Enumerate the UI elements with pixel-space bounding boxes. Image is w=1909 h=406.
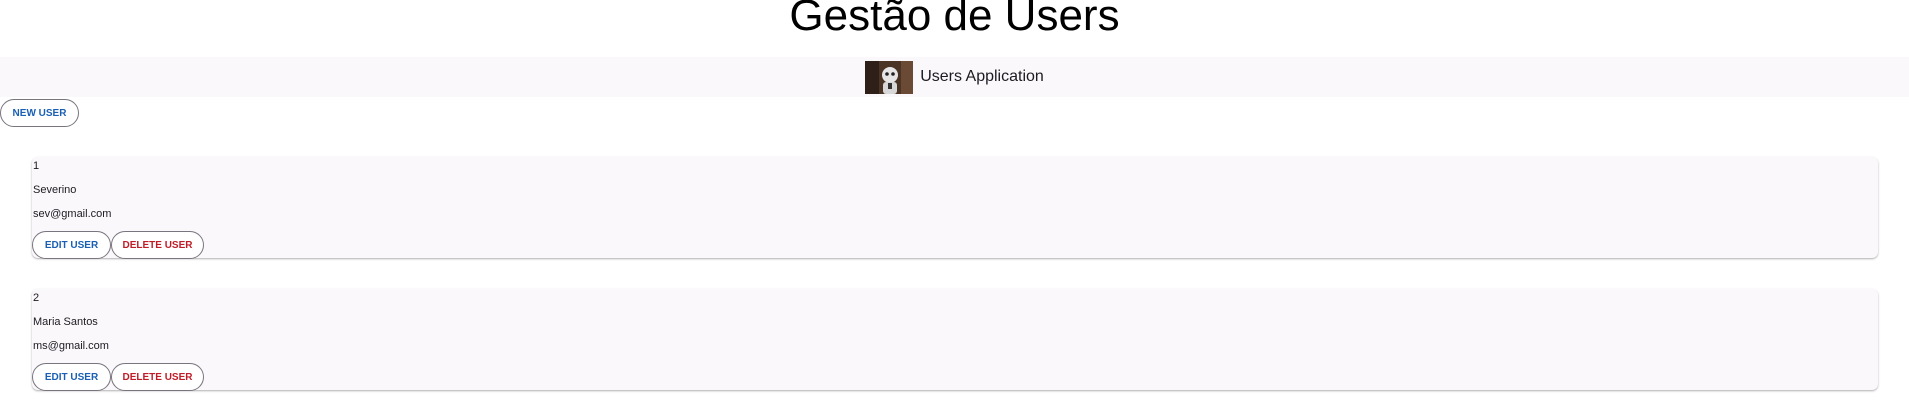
- user-card: 1 Severino sev@gmail.com Edit User Delet…: [32, 157, 1878, 259]
- app-name: Users Application: [920, 68, 1044, 85]
- user-email: sev@gmail.com: [33, 208, 112, 220]
- user-name: Maria Santos: [33, 316, 98, 328]
- user-card: 2 Maria Santos ms@gmail.com Edit User De…: [32, 289, 1878, 391]
- user-id: 2: [33, 292, 40, 304]
- robot-avatar-logo-icon: [865, 60, 914, 94]
- user-name: Severino: [33, 184, 77, 196]
- user-email: ms@gmail.com: [33, 340, 109, 352]
- edit-user-button[interactable]: Edit User: [32, 231, 111, 259]
- new-user-button[interactable]: New User: [0, 99, 79, 127]
- edit-user-button[interactable]: Edit User: [32, 363, 111, 391]
- app-bar: Users Application: [0, 57, 1909, 97]
- delete-user-button[interactable]: Delete User: [111, 231, 204, 259]
- page-title: Gestão de Users: [789, 0, 1120, 40]
- delete-user-button[interactable]: Delete User: [111, 363, 204, 391]
- user-id: 1: [33, 160, 40, 172]
